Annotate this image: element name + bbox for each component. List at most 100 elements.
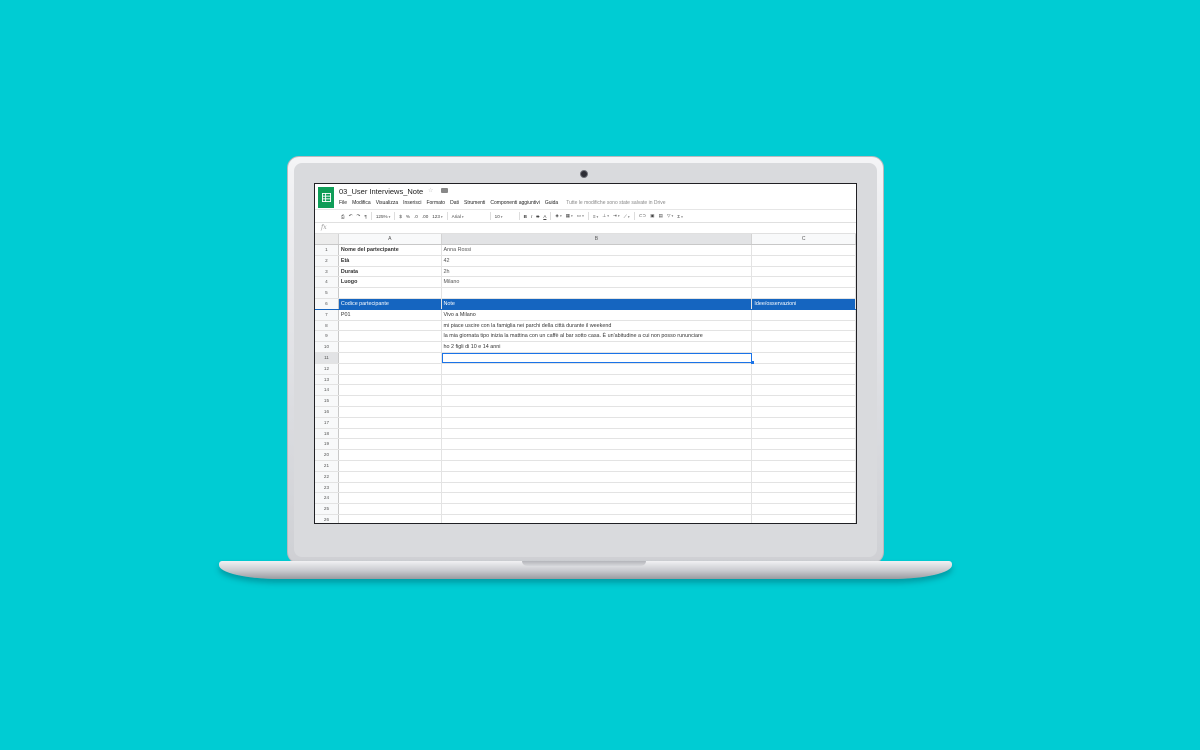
cell-c[interactable] xyxy=(752,320,856,331)
cell-c[interactable] xyxy=(752,266,856,277)
column-header-c[interactable]: C xyxy=(752,234,856,244)
cell-a[interactable] xyxy=(339,288,442,298)
cell-b[interactable] xyxy=(442,482,753,493)
cell-c[interactable] xyxy=(752,439,856,450)
row-number[interactable]: 17 xyxy=(315,417,339,428)
cell-b[interactable] xyxy=(442,374,753,385)
undo-icon[interactable]: ↶ xyxy=(349,213,353,219)
cell-c[interactable] xyxy=(752,245,856,255)
cell-a[interactable] xyxy=(339,460,442,471)
cell-b[interactable]: mi piace uscire con la famiglia nei parc… xyxy=(442,320,753,331)
row-number[interactable]: 12 xyxy=(315,363,339,374)
print-icon[interactable]: ⎙ xyxy=(341,214,345,219)
row-number[interactable]: 11 xyxy=(315,352,339,363)
currency-button[interactable]: $ xyxy=(399,214,402,219)
cell-a[interactable]: Età xyxy=(339,255,442,266)
horizontal-align-icon[interactable]: ≡ xyxy=(593,214,598,219)
row-number[interactable]: 7 xyxy=(315,309,339,320)
row-number[interactable]: 13 xyxy=(315,374,339,385)
zoom-select[interactable]: 125% xyxy=(376,214,390,219)
row-number[interactable]: 25 xyxy=(315,504,339,514)
number-format-select[interactable]: 123 xyxy=(432,214,442,219)
row-number[interactable]: 6 xyxy=(315,298,339,309)
increase-decimals-button[interactable]: .00 xyxy=(422,214,428,219)
cell-a[interactable] xyxy=(339,342,442,352)
cell-c[interactable] xyxy=(752,331,856,342)
sheets-logo-icon[interactable] xyxy=(318,187,334,208)
cell-a[interactable] xyxy=(339,450,442,460)
cell-a[interactable] xyxy=(339,374,442,385)
row-number[interactable]: 22 xyxy=(315,471,339,482)
row-number[interactable]: 1 xyxy=(315,245,339,255)
cell-c[interactable] xyxy=(752,504,856,514)
cell-a[interactable] xyxy=(339,504,442,514)
row-number[interactable]: 5 xyxy=(315,288,339,298)
cell-b[interactable]: Milano xyxy=(442,277,753,288)
merge-cells-icon[interactable]: ▭ xyxy=(577,213,584,219)
row-number[interactable]: 8 xyxy=(315,320,339,331)
cell-a[interactable] xyxy=(339,493,442,504)
cell-a[interactable] xyxy=(339,514,442,523)
cell-a[interactable] xyxy=(339,428,442,439)
font-size-select[interactable]: 10 xyxy=(495,214,515,219)
bold-button[interactable]: B xyxy=(524,214,527,219)
cell-c[interactable] xyxy=(752,514,856,523)
cell-b[interactable] xyxy=(441,352,753,363)
folder-icon[interactable] xyxy=(441,188,448,193)
font-select[interactable]: Arial xyxy=(452,214,486,219)
cell-c[interactable] xyxy=(752,482,856,493)
borders-icon[interactable]: ▦ xyxy=(566,213,573,219)
menu-item-formato[interactable]: Formato xyxy=(426,200,445,206)
cell-b[interactable] xyxy=(442,417,753,428)
cell-c[interactable]: Idee/osservazioni xyxy=(752,298,856,309)
insert-chart-icon[interactable]: ▤ xyxy=(659,213,663,219)
cell-b[interactable] xyxy=(442,493,753,504)
cell-a[interactable]: Nome del partecipante xyxy=(339,245,442,255)
cell-a[interactable] xyxy=(339,331,442,342)
text-wrap-icon[interactable]: ⇥ xyxy=(613,213,620,219)
cell-b[interactable] xyxy=(442,385,753,396)
cell-b[interactable] xyxy=(442,428,753,439)
save-status[interactable]: Tutte le modifiche sono state salvate in… xyxy=(566,200,665,206)
menu-item-guida[interactable]: Guida xyxy=(545,200,558,206)
cell-c[interactable] xyxy=(752,417,856,428)
cell-c[interactable] xyxy=(752,277,856,288)
select-all-corner[interactable] xyxy=(315,234,339,244)
cell-c[interactable] xyxy=(752,460,856,471)
cell-a[interactable] xyxy=(339,320,442,331)
cell-a[interactable]: Codice partecipante xyxy=(338,298,442,309)
cell-a[interactable] xyxy=(339,417,442,428)
cell-c[interactable] xyxy=(752,406,856,417)
cell-b[interactable] xyxy=(442,471,753,482)
row-number[interactable]: 18 xyxy=(315,428,339,439)
menu-item-file[interactable]: File xyxy=(339,200,347,206)
row-number[interactable]: 16 xyxy=(315,406,339,417)
text-rotation-icon[interactable]: ⟋ xyxy=(624,214,630,219)
menu-item-visualizza[interactable]: Visualizza xyxy=(376,200,398,206)
menu-item-componenti[interactable]: Componenti aggiuntivi xyxy=(490,200,539,206)
cell-b[interactable]: 42 xyxy=(442,255,753,266)
row-number[interactable]: 24 xyxy=(315,493,339,504)
cell-c[interactable] xyxy=(752,428,856,439)
cell-b[interactable] xyxy=(442,406,753,417)
row-number[interactable]: 10 xyxy=(315,342,339,352)
cell-a[interactable] xyxy=(339,363,442,374)
row-number[interactable]: 26 xyxy=(315,514,339,523)
functions-icon[interactable]: Σ xyxy=(677,214,683,219)
cell-c[interactable] xyxy=(752,342,856,352)
cell-c[interactable] xyxy=(752,493,856,504)
cell-a[interactable] xyxy=(339,352,442,363)
row-number[interactable]: 4 xyxy=(315,277,339,288)
row-number[interactable]: 9 xyxy=(315,331,339,342)
cell-c[interactable] xyxy=(752,309,856,320)
italic-button[interactable]: I xyxy=(531,214,532,219)
column-header-b[interactable]: B xyxy=(441,234,753,244)
cell-c[interactable] xyxy=(752,471,856,482)
redo-icon[interactable]: ↷ xyxy=(357,213,361,219)
row-number[interactable]: 2 xyxy=(315,255,339,266)
cell-b[interactable]: la mia giornata tipo inizia la mattina c… xyxy=(442,331,753,342)
vertical-align-icon[interactable]: ⊥ xyxy=(602,213,609,219)
insert-link-icon[interactable]: ⊂⊃ xyxy=(639,213,647,219)
cell-b[interactable]: Vivo a Milano xyxy=(442,309,753,320)
percent-button[interactable]: % xyxy=(406,214,410,219)
